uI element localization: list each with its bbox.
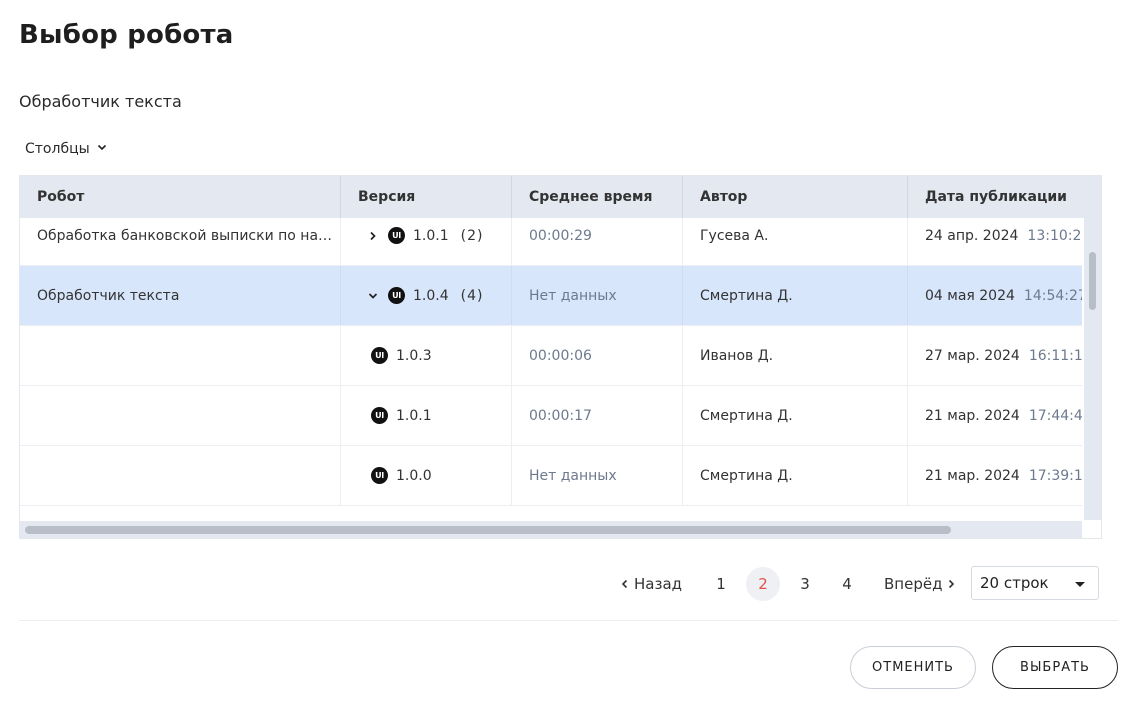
- table-row[interactable]: Обработчик текста UI 1.0.4 (4) Нет данны…: [20, 266, 1082, 326]
- publish-time: 17:39:1: [1028, 467, 1082, 484]
- publish-date: 21 мар. 2024: [925, 407, 1020, 424]
- vertical-scrollbar-thumb[interactable]: [1089, 252, 1096, 310]
- horizontal-scrollbar[interactable]: [20, 521, 1082, 538]
- table-row[interactable]: UI 1.0.3 00:00:06 Иванов Д. 27 мар. 2024…: [20, 326, 1082, 386]
- version-count: (2): [460, 227, 484, 244]
- cell-avg-time: Нет данных: [512, 266, 683, 325]
- cell-robot: [20, 326, 341, 385]
- cell-publish-date: 24 апр. 2024 13:10:27: [908, 218, 1082, 265]
- cell-publish-date: 21 мар. 2024 17:44:4: [908, 386, 1082, 445]
- publish-date: 04 мая 2024: [925, 287, 1015, 304]
- columns-dropdown-button[interactable]: Столбцы: [25, 141, 108, 157]
- cell-version: UI 1.0.1: [341, 386, 512, 445]
- column-header-version[interactable]: Версия: [341, 176, 512, 218]
- cell-avg-time: Нет данных: [512, 446, 683, 505]
- page-number-button[interactable]: 1: [704, 567, 738, 601]
- cell-publish-date: 04 мая 2024 14:54:27: [908, 266, 1082, 325]
- table-body: Обработка банковской выписки по на… UI 1…: [20, 218, 1082, 520]
- columns-label: Столбцы: [25, 141, 90, 157]
- cancel-button[interactable]: ОТМЕНИТЬ: [850, 646, 976, 689]
- cell-author: Смертина Д.: [683, 386, 908, 445]
- cell-version: UI 1.0.4 (4): [341, 266, 512, 325]
- cell-version: UI 1.0.3: [341, 326, 512, 385]
- cell-author: Смертина Д.: [683, 446, 908, 505]
- publish-date: 24 апр. 2024: [925, 227, 1019, 244]
- horizontal-scrollbar-thumb[interactable]: [25, 526, 951, 534]
- chevron-right-icon[interactable]: [366, 229, 380, 243]
- ui-robot-icon: UI: [388, 287, 405, 304]
- chevron-down-icon[interactable]: [366, 289, 380, 303]
- column-header-author[interactable]: Автор: [683, 176, 908, 218]
- page-number-button[interactable]: 4: [830, 567, 864, 601]
- version-number: 1.0.0: [396, 467, 432, 484]
- column-header-avg-time[interactable]: Среднее время: [512, 176, 683, 218]
- cell-version: UI 1.0.0: [341, 446, 512, 505]
- robot-select-dialog: Выбор робота Обработчик текста Столбцы Р…: [0, 0, 1138, 709]
- column-header-publish-date[interactable]: Дата публикации: [908, 176, 1100, 218]
- publish-time: 17:44:4: [1028, 407, 1082, 424]
- rows-per-page-select[interactable]: 20 строк: [971, 566, 1099, 600]
- cell-author: Гусева А.: [683, 218, 908, 265]
- prev-page-label: Назад: [634, 575, 683, 593]
- chevron-right-icon: [946, 575, 956, 593]
- caret-down-icon: [1075, 582, 1085, 587]
- cell-avg-time: 00:00:06: [512, 326, 683, 385]
- footer-divider: [19, 620, 1118, 621]
- pagination: Назад 1234 Вперёд: [620, 566, 956, 602]
- prev-page-button[interactable]: Назад: [620, 575, 682, 593]
- cell-author: Смертина Д.: [683, 266, 908, 325]
- next-page-label: Вперёд: [884, 575, 943, 593]
- ui-robot-icon: UI: [388, 227, 405, 244]
- vertical-scrollbar[interactable]: [1084, 218, 1101, 520]
- table-row[interactable]: UI 1.0.0 Нет данных Смертина Д. 21 мар. …: [20, 446, 1082, 506]
- chevron-down-icon: [96, 141, 108, 157]
- ui-robot-icon: UI: [371, 347, 388, 364]
- next-page-button[interactable]: Вперёд: [884, 575, 956, 593]
- scrollbar-corner: [1084, 521, 1101, 538]
- cell-publish-date: 21 мар. 2024 17:39:1: [908, 446, 1082, 505]
- version-number: 1.0.3: [396, 347, 432, 364]
- table-header: Робот Версия Среднее время Автор Дата пу…: [20, 176, 1101, 218]
- column-header-robot[interactable]: Робот: [20, 176, 341, 218]
- cell-robot: Обработчик текста: [20, 266, 341, 325]
- publish-date: 27 мар. 2024: [925, 347, 1020, 364]
- cell-robot: [20, 386, 341, 445]
- cell-publish-date: 27 мар. 2024 16:11:1: [908, 326, 1082, 385]
- cell-robot: [20, 446, 341, 505]
- version-count: (4): [460, 287, 484, 304]
- version-number: 1.0.4: [413, 287, 449, 304]
- cell-version: UI 1.0.1 (2): [341, 218, 512, 265]
- publish-date: 21 мар. 2024: [925, 467, 1020, 484]
- version-number: 1.0.1: [413, 227, 449, 244]
- table-row[interactable]: Обработка банковской выписки по на… UI 1…: [20, 218, 1082, 266]
- dialog-title: Выбор робота: [19, 20, 234, 50]
- select-button[interactable]: ВЫБРАТЬ: [992, 646, 1118, 689]
- cell-author: Иванов Д.: [683, 326, 908, 385]
- ui-robot-icon: UI: [371, 407, 388, 424]
- ui-robot-icon: UI: [371, 467, 388, 484]
- robots-table: Робот Версия Среднее время Автор Дата пу…: [19, 175, 1102, 539]
- publish-time: 13:10:27: [1027, 227, 1082, 244]
- publish-time: 14:54:27: [1023, 287, 1082, 304]
- table-row[interactable]: UI 1.0.1 00:00:17 Смертина Д. 21 мар. 20…: [20, 386, 1082, 446]
- page-number-button[interactable]: 3: [788, 567, 822, 601]
- cell-avg-time: 00:00:29: [512, 218, 683, 265]
- version-number: 1.0.1: [396, 407, 432, 424]
- dialog-subtitle: Обработчик текста: [19, 92, 182, 111]
- rows-per-page-value: 20 строк: [980, 574, 1049, 592]
- cell-robot: Обработка банковской выписки по на…: [20, 218, 341, 265]
- cell-avg-time: 00:00:17: [512, 386, 683, 445]
- page-number-button[interactable]: 2: [746, 567, 781, 601]
- chevron-left-icon: [620, 575, 630, 593]
- publish-time: 16:11:1: [1028, 347, 1082, 364]
